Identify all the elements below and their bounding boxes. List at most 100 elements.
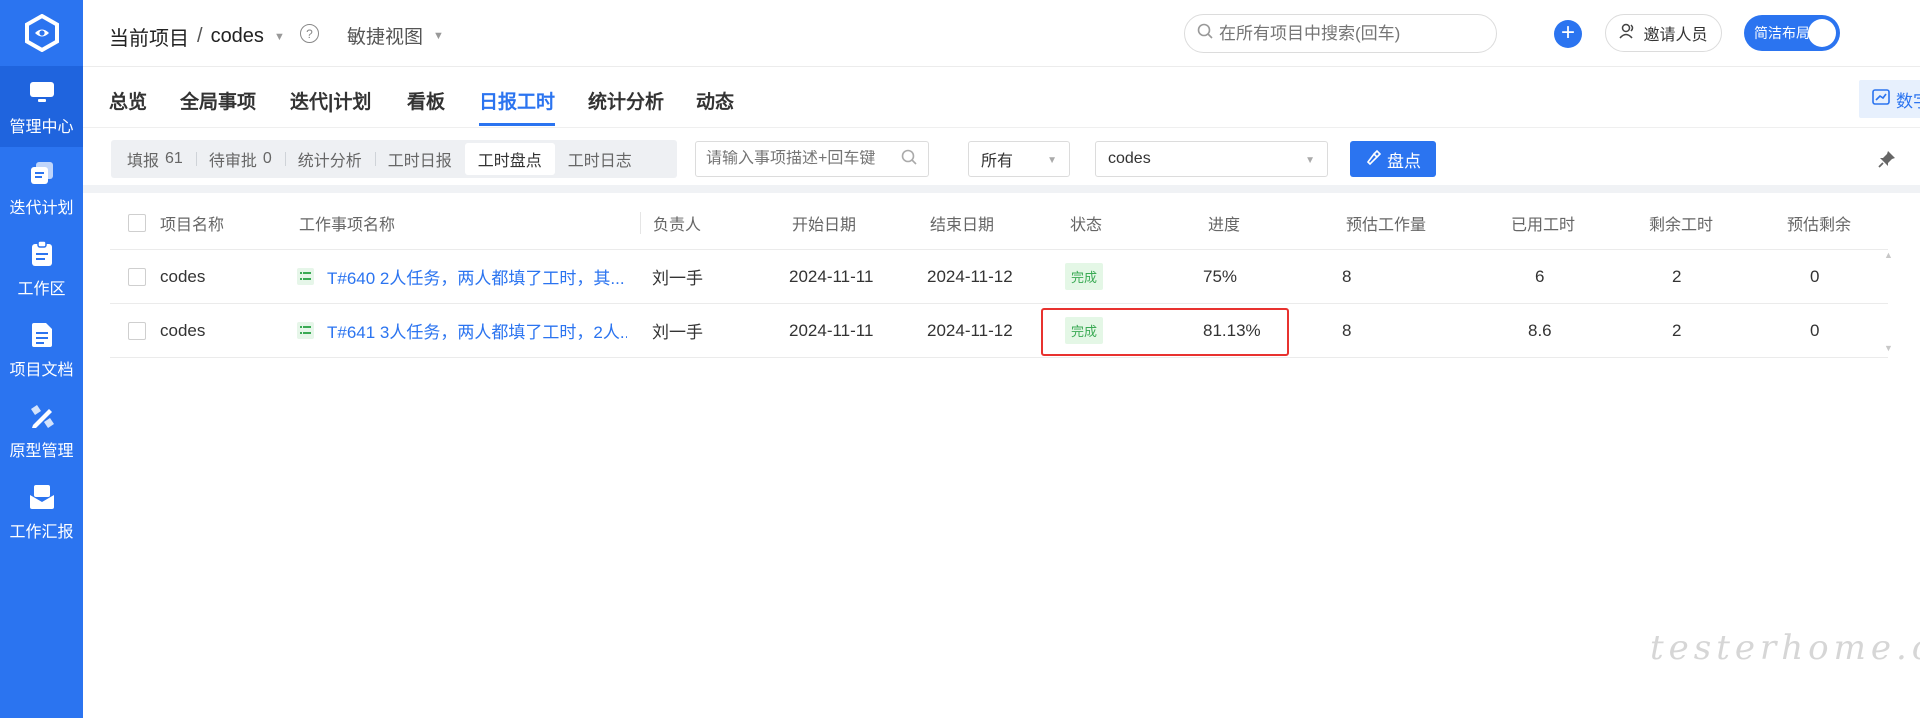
pin-icon[interactable]	[1878, 150, 1896, 173]
scope-select[interactable]: 所有 ▼	[968, 141, 1070, 177]
table-row[interactable]: codes T#641 3人任务，两人都填了工时，2人... 刘一手 2024-…	[110, 304, 1888, 358]
header-end[interactable]: 结束日期	[930, 196, 994, 249]
cell-est-remaining: 0	[1810, 266, 1820, 286]
app-logo[interactable]	[0, 0, 83, 66]
monitor-icon	[27, 77, 57, 107]
task-link[interactable]: T#641 3人任务，两人都填了工时，2人...	[297, 318, 627, 343]
top-bar: 当前项目 / codes ▼ ? 敏捷视图 ▼ + 邀请人员 简洁布局	[83, 0, 1920, 67]
sidebar-item-label: 项目文档	[9, 361, 74, 379]
cell-used: 8.6	[1528, 320, 1552, 340]
tab-daily-hours[interactable]: 日报工时	[479, 87, 556, 126]
segment-pending[interactable]: 待审批 0	[195, 143, 285, 175]
sidebar-item-report[interactable]: 工作汇报	[0, 471, 83, 552]
segment-daily-report[interactable]: 工时日报	[374, 143, 465, 175]
breadcrumb[interactable]: 当前项目 / codes ▼	[109, 22, 285, 51]
add-button[interactable]: +	[1554, 20, 1582, 48]
header-remaining[interactable]: 剩余工时	[1649, 196, 1713, 249]
item-search-input[interactable]	[706, 150, 901, 168]
row-select-cell	[128, 250, 146, 303]
cell-start: 2024-11-11	[789, 266, 874, 286]
section-divider	[83, 185, 1920, 193]
task-link[interactable]: T#640 2人任务，两人都填了工时，其...	[297, 264, 627, 289]
cell-project: codes	[160, 266, 206, 286]
header-used[interactable]: 已用工时	[1511, 196, 1575, 249]
inventory-button[interactable]: 盘点	[1350, 141, 1436, 177]
invite-button[interactable]: 邀请人员	[1605, 14, 1722, 52]
sidebar-item-workspace[interactable]: 工作区	[0, 228, 83, 309]
breadcrumb-separator: /	[197, 25, 203, 47]
header-est-remaining[interactable]: 预估剩余	[1787, 196, 1851, 249]
chevron-down-icon: ▼	[1305, 155, 1315, 166]
status-badge: 完成	[1065, 263, 1104, 290]
header-progress[interactable]: 进度	[1208, 196, 1240, 249]
watermark: testerhome.com	[1650, 628, 1920, 668]
segment-hours-check[interactable]: 工时盘点	[464, 143, 555, 175]
project-value: codes	[1108, 150, 1151, 167]
header-project[interactable]: 项目名称	[160, 196, 224, 249]
tab-board[interactable]: 看板	[407, 87, 445, 114]
select-all-cell	[128, 196, 146, 249]
cell-status: 完成	[1065, 250, 1104, 303]
chevron-down-icon: ▼	[1047, 155, 1057, 166]
scroll-up-indicator[interactable]: ▲	[1884, 250, 1893, 260]
sidebar-item-iteration[interactable]: 迭代计划	[0, 147, 83, 228]
header-estimate[interactable]: 预估工作量	[1346, 196, 1426, 249]
segment-statistics[interactable]: 统计分析	[284, 143, 375, 175]
sidebar-item-label: 管理中心	[9, 118, 74, 136]
help-icon[interactable]: ?	[300, 24, 319, 43]
project-select[interactable]: codes ▼	[1095, 141, 1328, 177]
header-start[interactable]: 开始日期	[792, 196, 856, 249]
cell-est-remaining: 0	[1810, 320, 1820, 340]
task-type-icon	[297, 268, 314, 285]
segment-label: 填报	[127, 153, 160, 170]
cell-owner: 刘一手	[652, 323, 703, 342]
sidebar-item-label: 原型管理	[9, 442, 74, 460]
tab-global-items[interactable]: 全局事项	[180, 87, 256, 114]
big-screen-button[interactable]: 数字大屏	[1859, 80, 1920, 118]
cell-used: 6	[1535, 266, 1545, 286]
brush-icon	[1365, 149, 1382, 170]
header-task[interactable]: 工作事项名称	[299, 196, 395, 249]
task-title: T#640 2人任务，两人都填了工时，其...	[327, 269, 625, 288]
header-owner[interactable]: 负责人	[653, 196, 701, 249]
cell-remaining: 2	[1672, 320, 1682, 340]
tab-statistics[interactable]: 统计分析	[588, 87, 664, 114]
sidebar-item-prototype[interactable]: 原型管理	[0, 390, 83, 471]
select-all-checkbox[interactable]	[128, 213, 146, 232]
row-checkbox[interactable]	[128, 267, 146, 286]
dashboard-icon	[1872, 88, 1890, 110]
cell-owner: 刘一手	[652, 269, 703, 288]
tab-overview[interactable]: 总览	[109, 87, 147, 114]
table-row[interactable]: codes T#640 2人任务，两人都填了工时，其... 刘一手 2024-1…	[110, 250, 1888, 304]
chevron-down-icon: ▼	[433, 29, 444, 42]
item-search-field[interactable]	[695, 141, 929, 177]
cell-progress: 75%	[1203, 266, 1238, 286]
layout-toggle[interactable]: 简洁布局	[1744, 15, 1840, 51]
segment-label: 工时日报	[387, 153, 452, 170]
global-search[interactable]	[1184, 14, 1497, 53]
sidebar: 管理中心 迭代计划 工作区 项目文档 原型管理 工作汇报	[0, 0, 83, 718]
module-tabs: 总览 全局事项 迭代|计划 看板 日报工时 统计分析 动态 数字大屏	[83, 67, 1920, 128]
cell-task: T#641 3人任务，两人都填了工时，2人...	[297, 304, 627, 357]
layout-toggle-label: 简洁布局	[1754, 25, 1810, 41]
segment-count: 0	[262, 150, 272, 167]
row-select-cell	[128, 304, 146, 357]
iteration-icon	[27, 158, 57, 188]
scroll-down-indicator[interactable]: ▼	[1884, 343, 1893, 353]
annotation-highlight-box	[1041, 308, 1289, 356]
row-checkbox[interactable]	[128, 321, 146, 340]
tab-iteration[interactable]: 迭代|计划	[290, 87, 371, 114]
view-label: 敏捷视图	[347, 27, 424, 48]
segment-hours-log[interactable]: 工时日志	[555, 143, 645, 175]
column-divider	[640, 212, 641, 234]
tab-activity[interactable]: 动态	[696, 87, 734, 114]
segment-fill[interactable]: 填报 61	[114, 143, 196, 175]
header-status[interactable]: 状态	[1070, 196, 1102, 249]
segment-label: 工时日志	[567, 153, 632, 170]
global-search-input[interactable]	[1219, 23, 1489, 44]
sidebar-item-docs[interactable]: 项目文档	[0, 309, 83, 390]
view-segment: 填报 61 待审批 0 统计分析 工时日报 工时盘点 工时日志	[111, 140, 677, 178]
view-switcher[interactable]: 敏捷视图 ▼	[347, 22, 444, 49]
sidebar-item-management[interactable]: 管理中心	[0, 66, 83, 147]
table-header: 项目名称 工作事项名称 负责人 开始日期 结束日期 状态 进度 预估工作量 已用…	[110, 196, 1888, 250]
